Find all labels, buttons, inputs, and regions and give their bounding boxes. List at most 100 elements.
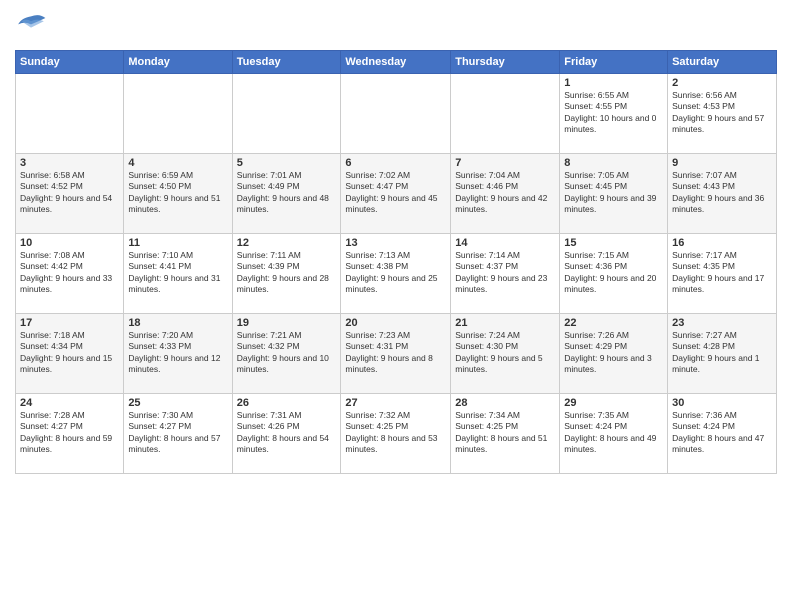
day-info: Sunrise: 7:11 AM Sunset: 4:39 PM Dayligh… bbox=[237, 250, 337, 296]
calendar-cell: 19Sunrise: 7:21 AM Sunset: 4:32 PM Dayli… bbox=[232, 314, 341, 394]
day-number: 22 bbox=[564, 317, 663, 329]
calendar-cell bbox=[16, 74, 124, 154]
day-info: Sunrise: 7:21 AM Sunset: 4:32 PM Dayligh… bbox=[237, 330, 337, 376]
day-info: Sunrise: 6:58 AM Sunset: 4:52 PM Dayligh… bbox=[20, 170, 119, 216]
day-info: Sunrise: 7:13 AM Sunset: 4:38 PM Dayligh… bbox=[345, 250, 446, 296]
week-row-3: 10Sunrise: 7:08 AM Sunset: 4:42 PM Dayli… bbox=[16, 234, 777, 314]
day-number: 3 bbox=[20, 157, 119, 169]
day-info: Sunrise: 7:18 AM Sunset: 4:34 PM Dayligh… bbox=[20, 330, 119, 376]
calendar-cell: 10Sunrise: 7:08 AM Sunset: 4:42 PM Dayli… bbox=[16, 234, 124, 314]
day-info: Sunrise: 7:05 AM Sunset: 4:45 PM Dayligh… bbox=[564, 170, 663, 216]
day-info: Sunrise: 7:28 AM Sunset: 4:27 PM Dayligh… bbox=[20, 410, 119, 456]
calendar-cell: 27Sunrise: 7:32 AM Sunset: 4:25 PM Dayli… bbox=[341, 394, 451, 474]
day-number: 12 bbox=[237, 237, 337, 249]
day-number: 18 bbox=[128, 317, 227, 329]
calendar-cell: 29Sunrise: 7:35 AM Sunset: 4:24 PM Dayli… bbox=[560, 394, 668, 474]
day-info: Sunrise: 7:34 AM Sunset: 4:25 PM Dayligh… bbox=[455, 410, 555, 456]
calendar-cell: 28Sunrise: 7:34 AM Sunset: 4:25 PM Dayli… bbox=[451, 394, 560, 474]
day-number: 13 bbox=[345, 237, 446, 249]
calendar-cell: 15Sunrise: 7:15 AM Sunset: 4:36 PM Dayli… bbox=[560, 234, 668, 314]
day-number: 4 bbox=[128, 157, 227, 169]
day-info: Sunrise: 7:01 AM Sunset: 4:49 PM Dayligh… bbox=[237, 170, 337, 216]
day-info: Sunrise: 7:36 AM Sunset: 4:24 PM Dayligh… bbox=[672, 410, 772, 456]
day-number: 14 bbox=[455, 237, 555, 249]
weekday-header-saturday: Saturday bbox=[668, 51, 777, 74]
day-number: 8 bbox=[564, 157, 663, 169]
day-number: 16 bbox=[672, 237, 772, 249]
calendar-cell: 25Sunrise: 7:30 AM Sunset: 4:27 PM Dayli… bbox=[124, 394, 232, 474]
day-info: Sunrise: 7:10 AM Sunset: 4:41 PM Dayligh… bbox=[128, 250, 227, 296]
calendar-cell: 22Sunrise: 7:26 AM Sunset: 4:29 PM Dayli… bbox=[560, 314, 668, 394]
logo-icon bbox=[15, 10, 47, 42]
calendar-cell: 1Sunrise: 6:55 AM Sunset: 4:55 PM Daylig… bbox=[560, 74, 668, 154]
day-number: 28 bbox=[455, 397, 555, 409]
day-number: 7 bbox=[455, 157, 555, 169]
day-info: Sunrise: 6:59 AM Sunset: 4:50 PM Dayligh… bbox=[128, 170, 227, 216]
week-row-5: 24Sunrise: 7:28 AM Sunset: 4:27 PM Dayli… bbox=[16, 394, 777, 474]
calendar-table: SundayMondayTuesdayWednesdayThursdayFrid… bbox=[15, 50, 777, 474]
day-number: 20 bbox=[345, 317, 446, 329]
day-number: 24 bbox=[20, 397, 119, 409]
calendar-cell: 4Sunrise: 6:59 AM Sunset: 4:50 PM Daylig… bbox=[124, 154, 232, 234]
day-number: 21 bbox=[455, 317, 555, 329]
weekday-header-row: SundayMondayTuesdayWednesdayThursdayFrid… bbox=[16, 51, 777, 74]
day-info: Sunrise: 7:32 AM Sunset: 4:25 PM Dayligh… bbox=[345, 410, 446, 456]
weekday-header-monday: Monday bbox=[124, 51, 232, 74]
week-row-1: 1Sunrise: 6:55 AM Sunset: 4:55 PM Daylig… bbox=[16, 74, 777, 154]
day-info: Sunrise: 7:31 AM Sunset: 4:26 PM Dayligh… bbox=[237, 410, 337, 456]
day-number: 10 bbox=[20, 237, 119, 249]
day-info: Sunrise: 7:24 AM Sunset: 4:30 PM Dayligh… bbox=[455, 330, 555, 376]
day-number: 23 bbox=[672, 317, 772, 329]
calendar-cell: 17Sunrise: 7:18 AM Sunset: 4:34 PM Dayli… bbox=[16, 314, 124, 394]
page-container: SundayMondayTuesdayWednesdayThursdayFrid… bbox=[0, 0, 792, 484]
weekday-header-wednesday: Wednesday bbox=[341, 51, 451, 74]
calendar-cell: 12Sunrise: 7:11 AM Sunset: 4:39 PM Dayli… bbox=[232, 234, 341, 314]
logo bbox=[15, 10, 51, 42]
day-info: Sunrise: 7:30 AM Sunset: 4:27 PM Dayligh… bbox=[128, 410, 227, 456]
calendar-cell: 13Sunrise: 7:13 AM Sunset: 4:38 PM Dayli… bbox=[341, 234, 451, 314]
calendar-cell: 20Sunrise: 7:23 AM Sunset: 4:31 PM Dayli… bbox=[341, 314, 451, 394]
day-info: Sunrise: 7:04 AM Sunset: 4:46 PM Dayligh… bbox=[455, 170, 555, 216]
day-info: Sunrise: 7:20 AM Sunset: 4:33 PM Dayligh… bbox=[128, 330, 227, 376]
calendar-cell: 23Sunrise: 7:27 AM Sunset: 4:28 PM Dayli… bbox=[668, 314, 777, 394]
day-number: 19 bbox=[237, 317, 337, 329]
day-number: 15 bbox=[564, 237, 663, 249]
calendar-cell: 16Sunrise: 7:17 AM Sunset: 4:35 PM Dayli… bbox=[668, 234, 777, 314]
calendar-cell bbox=[451, 74, 560, 154]
day-number: 29 bbox=[564, 397, 663, 409]
day-number: 1 bbox=[564, 77, 663, 89]
day-info: Sunrise: 6:56 AM Sunset: 4:53 PM Dayligh… bbox=[672, 90, 772, 136]
day-info: Sunrise: 7:17 AM Sunset: 4:35 PM Dayligh… bbox=[672, 250, 772, 296]
day-info: Sunrise: 6:55 AM Sunset: 4:55 PM Dayligh… bbox=[564, 90, 663, 136]
weekday-header-thursday: Thursday bbox=[451, 51, 560, 74]
day-info: Sunrise: 7:27 AM Sunset: 4:28 PM Dayligh… bbox=[672, 330, 772, 376]
day-info: Sunrise: 7:26 AM Sunset: 4:29 PM Dayligh… bbox=[564, 330, 663, 376]
calendar-cell: 7Sunrise: 7:04 AM Sunset: 4:46 PM Daylig… bbox=[451, 154, 560, 234]
day-number: 17 bbox=[20, 317, 119, 329]
calendar-cell: 6Sunrise: 7:02 AM Sunset: 4:47 PM Daylig… bbox=[341, 154, 451, 234]
day-number: 26 bbox=[237, 397, 337, 409]
header bbox=[15, 10, 777, 42]
day-info: Sunrise: 7:02 AM Sunset: 4:47 PM Dayligh… bbox=[345, 170, 446, 216]
calendar-cell bbox=[232, 74, 341, 154]
day-info: Sunrise: 7:15 AM Sunset: 4:36 PM Dayligh… bbox=[564, 250, 663, 296]
day-number: 25 bbox=[128, 397, 227, 409]
day-number: 2 bbox=[672, 77, 772, 89]
day-info: Sunrise: 7:14 AM Sunset: 4:37 PM Dayligh… bbox=[455, 250, 555, 296]
calendar-cell: 30Sunrise: 7:36 AM Sunset: 4:24 PM Dayli… bbox=[668, 394, 777, 474]
calendar-cell bbox=[341, 74, 451, 154]
week-row-4: 17Sunrise: 7:18 AM Sunset: 4:34 PM Dayli… bbox=[16, 314, 777, 394]
calendar-cell: 2Sunrise: 6:56 AM Sunset: 4:53 PM Daylig… bbox=[668, 74, 777, 154]
calendar-cell: 18Sunrise: 7:20 AM Sunset: 4:33 PM Dayli… bbox=[124, 314, 232, 394]
day-info: Sunrise: 7:35 AM Sunset: 4:24 PM Dayligh… bbox=[564, 410, 663, 456]
day-number: 27 bbox=[345, 397, 446, 409]
calendar-cell: 14Sunrise: 7:14 AM Sunset: 4:37 PM Dayli… bbox=[451, 234, 560, 314]
day-number: 6 bbox=[345, 157, 446, 169]
weekday-header-tuesday: Tuesday bbox=[232, 51, 341, 74]
day-info: Sunrise: 7:07 AM Sunset: 4:43 PM Dayligh… bbox=[672, 170, 772, 216]
calendar-cell: 24Sunrise: 7:28 AM Sunset: 4:27 PM Dayli… bbox=[16, 394, 124, 474]
calendar-cell: 21Sunrise: 7:24 AM Sunset: 4:30 PM Dayli… bbox=[451, 314, 560, 394]
calendar-cell bbox=[124, 74, 232, 154]
weekday-header-friday: Friday bbox=[560, 51, 668, 74]
calendar-cell: 11Sunrise: 7:10 AM Sunset: 4:41 PM Dayli… bbox=[124, 234, 232, 314]
